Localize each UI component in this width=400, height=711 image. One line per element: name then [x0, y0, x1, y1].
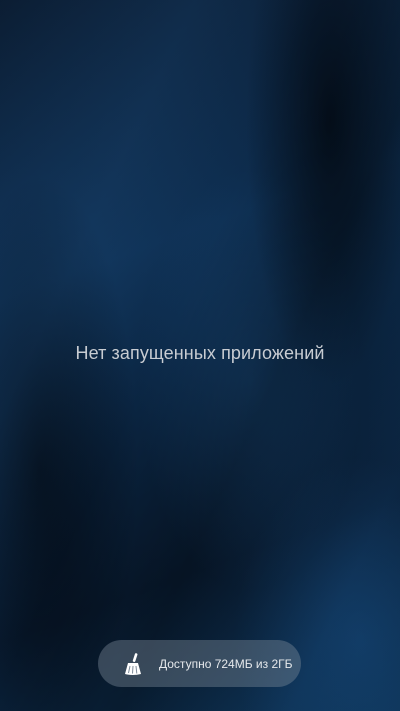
recent-apps-screen: Нет запущенных приложений Доступно 724МБ… — [0, 0, 400, 711]
memory-available-label: Доступно 724МБ из 2ГБ — [159, 656, 293, 671]
no-running-apps-message: Нет запущенных приложений — [75, 343, 325, 363]
clear-memory-button[interactable]: Доступно 724МБ из 2ГБ — [98, 640, 301, 687]
broom-icon — [125, 652, 141, 675]
